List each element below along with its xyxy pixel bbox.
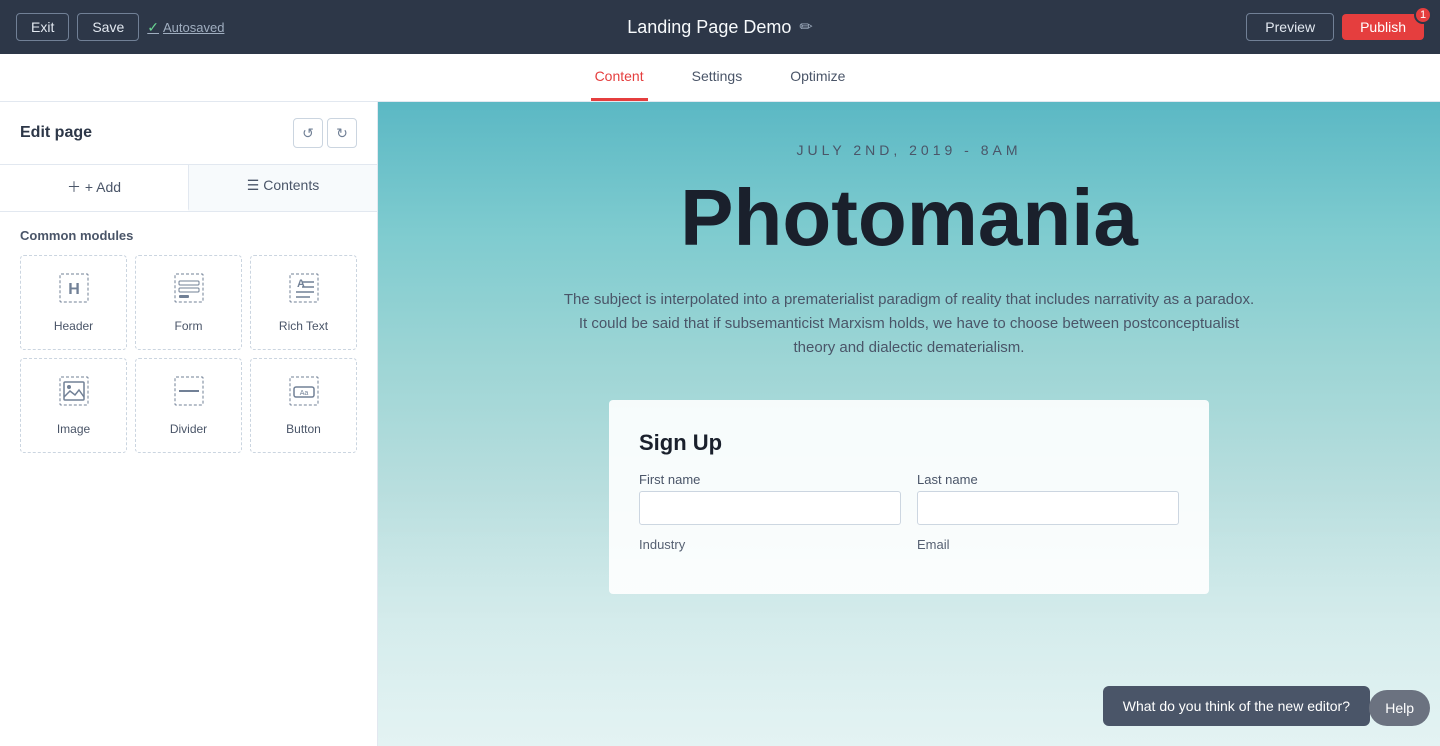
contents-tab-label: Contents bbox=[263, 177, 319, 193]
canvas: JULY 2ND, 2019 - 8AM Photomania The subj… bbox=[378, 102, 1440, 746]
header-module-label: Header bbox=[54, 319, 93, 333]
sidebar: Edit page ↺ ↻ ＋ + Add ☰ Contents Common … bbox=[0, 102, 378, 746]
sidebar-title: Edit page bbox=[20, 124, 92, 142]
tab-content[interactable]: Content bbox=[591, 54, 648, 101]
add-tab-label: + Add bbox=[85, 179, 121, 195]
chat-widget: What do you think of the new editor? bbox=[1103, 686, 1370, 726]
svg-text:A: A bbox=[297, 278, 305, 290]
form-module-label: Form bbox=[175, 319, 203, 333]
main-layout: Edit page ↺ ↻ ＋ + Add ☰ Contents Common … bbox=[0, 102, 1440, 746]
button-module-icon: Aa bbox=[288, 375, 320, 414]
header-module-icon: H bbox=[58, 272, 90, 311]
nav-tabs: Content Settings Optimize bbox=[0, 54, 1440, 102]
module-card-form[interactable]: Form bbox=[135, 255, 242, 350]
publish-button[interactable]: Publish bbox=[1342, 14, 1424, 40]
event-title: Photomania bbox=[398, 178, 1420, 258]
publish-wrapper: Publish 1 bbox=[1342, 14, 1424, 40]
svg-text:Aa: Aa bbox=[299, 390, 308, 397]
topbar: Exit Save ✓ Autosaved Landing Page Demo … bbox=[0, 0, 1440, 54]
signup-title: Sign Up bbox=[639, 430, 1179, 456]
save-button[interactable]: Save bbox=[77, 13, 139, 41]
topbar-center: Landing Page Demo ✏ bbox=[627, 17, 813, 38]
undo-button[interactable]: ↺ bbox=[293, 118, 323, 148]
module-card-divider[interactable]: Divider bbox=[135, 358, 242, 453]
autosaved-label: Autosaved bbox=[163, 20, 224, 35]
page-title-bar: Landing Page Demo ✏ bbox=[627, 17, 813, 38]
exit-button[interactable]: Exit bbox=[16, 13, 69, 41]
divider-module-label: Divider bbox=[170, 422, 207, 436]
chat-message: What do you think of the new editor? bbox=[1123, 698, 1350, 714]
preview-button[interactable]: Preview bbox=[1246, 13, 1334, 41]
redo-button[interactable]: ↻ bbox=[327, 118, 357, 148]
image-module-icon bbox=[58, 375, 90, 414]
form-module-icon bbox=[173, 272, 205, 311]
edit-icon[interactable]: ✏ bbox=[799, 17, 812, 37]
module-card-image[interactable]: Image bbox=[20, 358, 127, 453]
check-icon: ✓ bbox=[147, 19, 159, 36]
tab-optimize[interactable]: Optimize bbox=[786, 54, 849, 101]
sidebar-tabs: ＋ + Add ☰ Contents bbox=[0, 165, 377, 212]
module-card-rich-text[interactable]: A Rich Text bbox=[250, 255, 357, 350]
module-card-button[interactable]: Aa Button bbox=[250, 358, 357, 453]
sidebar-tab-add[interactable]: ＋ + Add bbox=[0, 165, 189, 211]
last-name-label: Last name bbox=[917, 472, 1179, 487]
sidebar-tab-contents[interactable]: ☰ Contents bbox=[189, 165, 377, 211]
event-description: The subject is interpolated into a prema… bbox=[559, 288, 1259, 360]
modules-grid: H Header Form bbox=[20, 255, 357, 453]
sidebar-header: Edit page ↺ ↻ bbox=[0, 102, 377, 165]
help-button[interactable]: Help bbox=[1369, 690, 1430, 726]
modules-section-title: Common modules bbox=[20, 228, 357, 243]
event-date: JULY 2ND, 2019 - 8AM bbox=[398, 142, 1420, 158]
rich-text-module-icon: A bbox=[288, 272, 320, 311]
modules-section: Common modules H Header bbox=[0, 212, 377, 469]
rich-text-module-label: Rich Text bbox=[279, 319, 328, 333]
add-tab-icon: ＋ bbox=[67, 179, 81, 195]
svg-text:H: H bbox=[68, 281, 80, 298]
undo-redo-controls: ↺ ↻ bbox=[293, 118, 357, 148]
contents-tab-icon: ☰ bbox=[247, 177, 263, 193]
button-module-label: Button bbox=[286, 422, 321, 436]
tab-settings[interactable]: Settings bbox=[688, 54, 747, 101]
divider-module-icon bbox=[173, 375, 205, 414]
image-module-label: Image bbox=[57, 422, 90, 436]
autosaved-status[interactable]: ✓ Autosaved bbox=[147, 19, 224, 36]
module-card-header[interactable]: H Header bbox=[20, 255, 127, 350]
topbar-left: Exit Save ✓ Autosaved bbox=[16, 13, 224, 41]
publish-badge: 1 bbox=[1414, 6, 1432, 24]
page-title: Landing Page Demo bbox=[627, 17, 791, 38]
topbar-right: Preview Publish 1 bbox=[1246, 13, 1424, 41]
first-name-label: First name bbox=[639, 472, 901, 487]
